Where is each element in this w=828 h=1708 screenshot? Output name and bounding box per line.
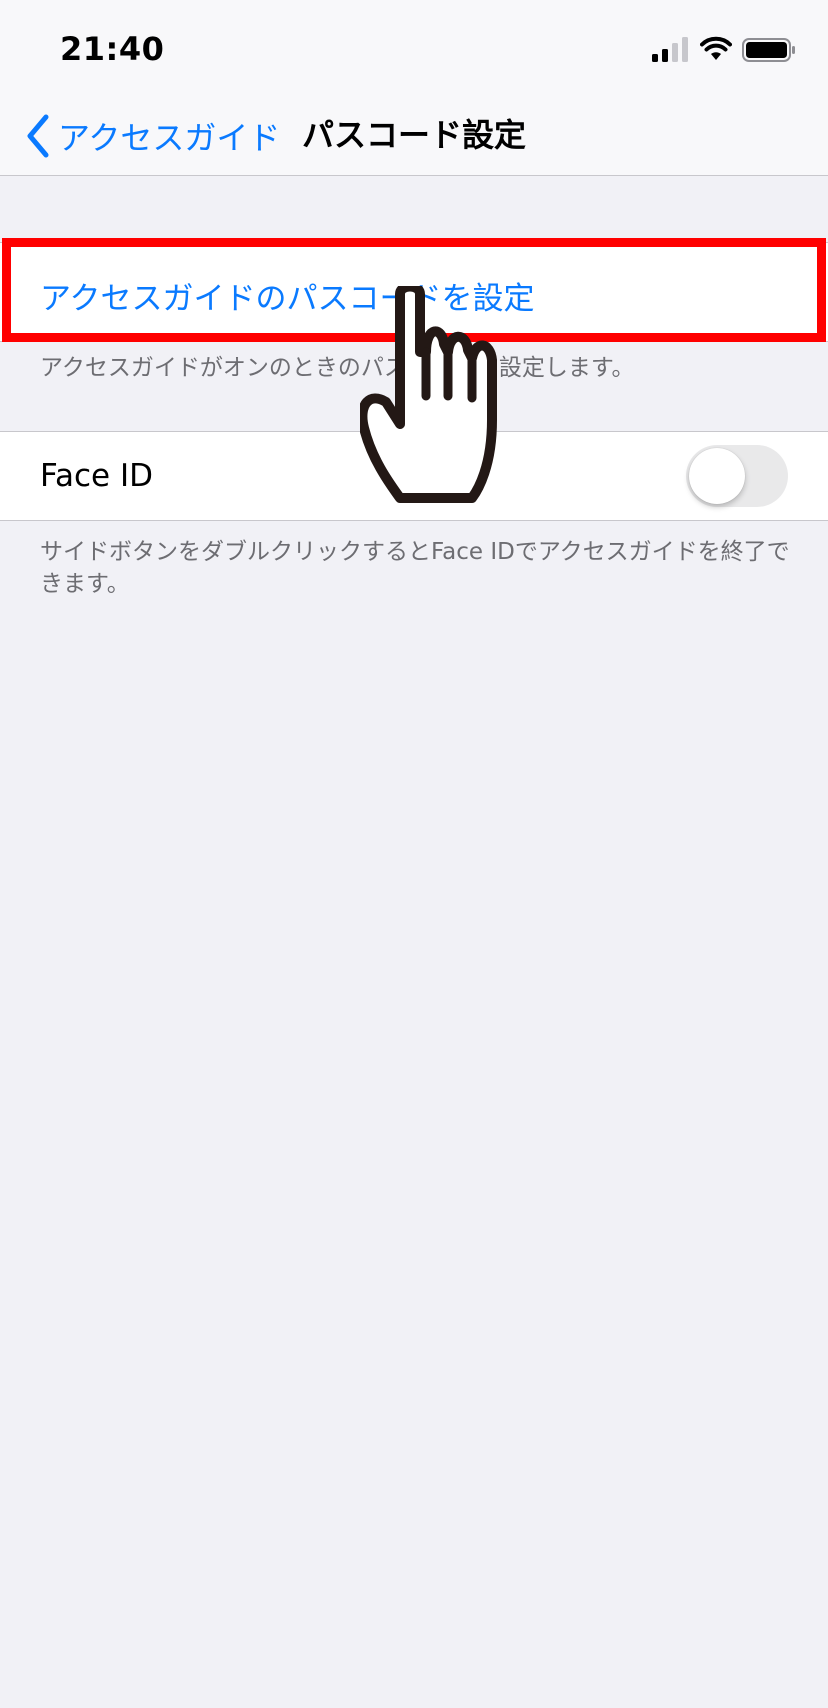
- wifi-icon: [700, 36, 732, 60]
- status-time: 21:40: [60, 30, 165, 68]
- page-title: パスコード設定: [302, 116, 527, 154]
- battery-icon: [742, 38, 795, 62]
- face-id-toggle[interactable]: [686, 445, 788, 507]
- status-bar: 21:40: [0, 0, 828, 98]
- back-button-label: アクセスガイド: [58, 119, 281, 157]
- settings-screen: 21:40 アクセスガイド パスコード設定 アクセスガイドのパスコードを設定 ア…: [0, 0, 828, 1708]
- chevron-left-icon: [27, 114, 49, 158]
- back-button[interactable]: アクセスガイド: [24, 108, 280, 164]
- pointing-hand-icon: [360, 286, 497, 503]
- cellular-signal-icon: [652, 37, 688, 62]
- face-id-label: Face ID: [40, 458, 153, 494]
- navigation-bar: アクセスガイド パスコード設定: [0, 98, 828, 176]
- face-id-footer-text: サイドボタンをダブルクリックするとFace IDでアクセスガイドを終了できます。: [40, 539, 790, 597]
- toggle-knob: [689, 448, 745, 504]
